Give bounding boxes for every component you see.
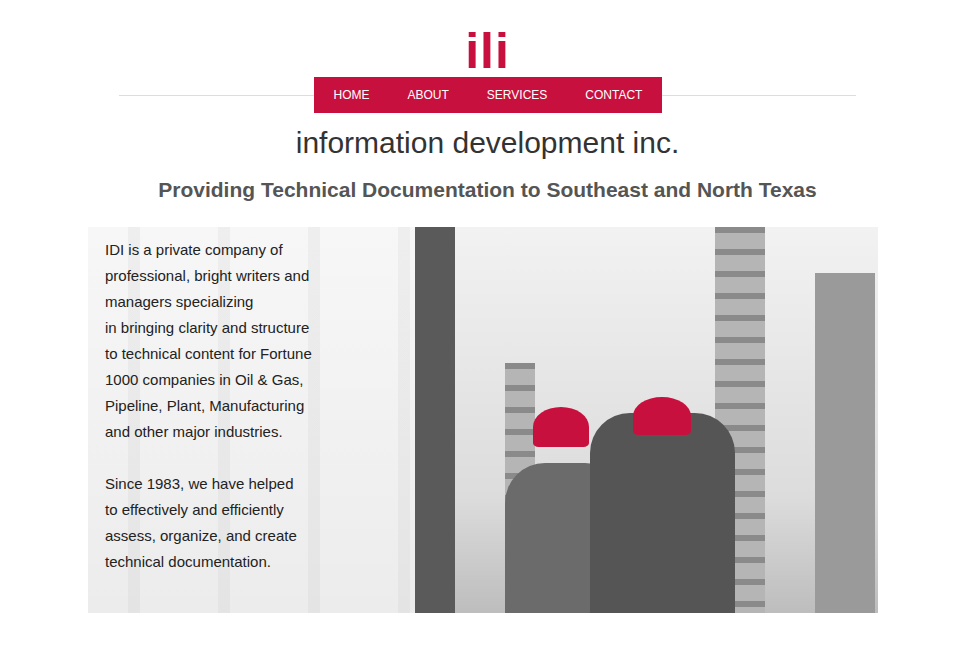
text-line: assess, organize, and create: [105, 523, 415, 549]
tagline: Providing Technical Documentation to Sou…: [158, 177, 816, 203]
text-line: 1000 companies in Oil & Gas,: [105, 367, 415, 393]
site-header: ili HOME ABOUT SERVICES CONTACT information d…: [0, 0, 975, 203]
nav-bar: HOME ABOUT SERVICES CONTACT: [314, 77, 662, 113]
nav-item[interactable]: CONTACT: [585, 77, 642, 113]
hero-text-panel: IDI is a private company ofprofessional,…: [88, 227, 415, 613]
company-name: information development inc.: [296, 125, 680, 161]
text-line: to effectively and efficiently: [105, 497, 415, 523]
nav-item[interactable]: HOME: [334, 77, 370, 113]
text-line: technical documentation.: [105, 549, 415, 575]
logo[interactable]: ili: [465, 28, 510, 74]
text-line: and other major industries.: [105, 419, 415, 445]
hero-paragraph: IDI is a private company ofprofessional,…: [105, 237, 415, 445]
text-line: Since 1983, we have helped: [105, 471, 415, 497]
worker-shape: [590, 413, 735, 613]
divider-line: [662, 95, 857, 96]
nav-item[interactable]: SERVICES: [487, 77, 547, 113]
helmet-shape: [533, 407, 589, 447]
hero: IDI is a private company ofprofessional,…: [88, 227, 878, 613]
helmet-shape: [633, 397, 691, 435]
hero-paragraph: Since 1983, we have helpedto effectively…: [105, 471, 415, 575]
text-line: Pipeline, Plant, Manufacturing: [105, 393, 415, 419]
text-line: professional, bright writers and: [105, 263, 415, 289]
text-line: managers specializing: [105, 289, 415, 315]
nav-item[interactable]: ABOUT: [408, 77, 449, 113]
nav-row: HOME ABOUT SERVICES CONTACT: [119, 77, 856, 113]
divider-line: [119, 95, 314, 96]
tower-shape: [415, 227, 455, 613]
hero-photo: [415, 227, 878, 613]
tower-shape: [815, 273, 875, 613]
text-line: in bringing clarity and structure: [105, 315, 415, 341]
page: ili HOME ABOUT SERVICES CONTACT information d…: [0, 0, 975, 649]
text-line: IDI is a private company of: [105, 237, 415, 263]
text-line: to technical content for Fortune: [105, 341, 415, 367]
